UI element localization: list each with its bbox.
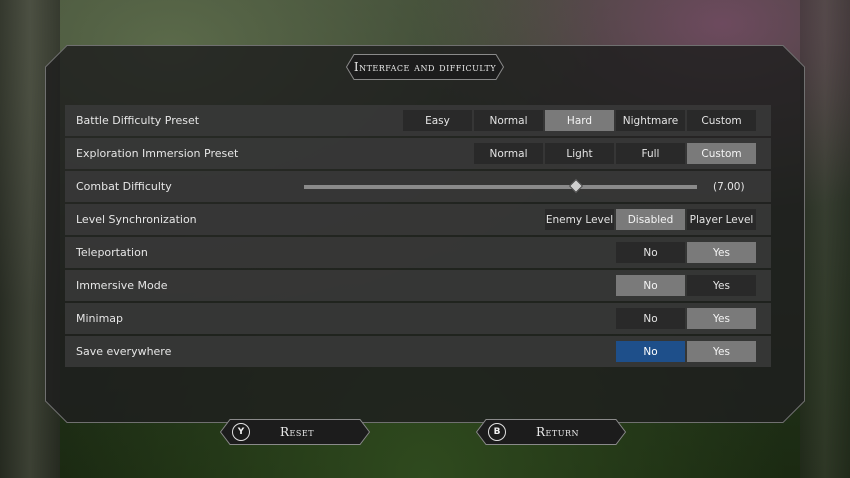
setting-row[interactable]: Level Synchronization Enemy Level Disabled… (65, 204, 771, 235)
option-button[interactable]: Custom (687, 110, 756, 131)
option-button[interactable]: Yes (687, 308, 756, 329)
option-button[interactable]: No (616, 308, 685, 329)
setting-row[interactable]: Minimap No Yes (65, 303, 771, 334)
option-button[interactable]: Player Level (687, 209, 756, 230)
option-button[interactable]: Full (616, 143, 685, 164)
setting-row[interactable]: Teleportation No Yes (65, 237, 771, 268)
slider-value: (7.00) (713, 180, 745, 193)
option-button[interactable]: Nightmare (616, 110, 685, 131)
setting-label: Combat Difficulty (76, 180, 172, 193)
reset-label: Reset (280, 425, 315, 439)
setting-row[interactable]: Immersive Mode No Yes (65, 270, 771, 301)
title-plate-frame (346, 54, 504, 80)
return-button[interactable]: B Return (476, 419, 626, 445)
option-button[interactable]: No (616, 275, 685, 296)
option-group: No Yes (616, 341, 756, 362)
setting-row[interactable]: Combat Difficulty (7.00) (65, 171, 771, 202)
option-button[interactable]: Hard (545, 110, 614, 131)
option-button[interactable]: Custom (687, 143, 756, 164)
slider-thumb[interactable] (569, 178, 584, 194)
option-group: Normal Light Full Custom (474, 143, 756, 164)
setting-label: Teleportation (76, 246, 148, 259)
setting-row[interactable]: Battle Difficulty Preset Easy Normal Hard Ni… (65, 105, 771, 136)
setting-row[interactable]: Save everywhere No Yes (65, 336, 771, 367)
option-button[interactable]: Yes (687, 275, 756, 296)
option-button[interactable]: Yes (687, 341, 756, 362)
option-button[interactable]: Disabled (616, 209, 685, 230)
reset-button[interactable]: Y Reset (220, 419, 370, 445)
option-button[interactable]: Enemy Level (545, 209, 614, 230)
option-button[interactable]: Light (545, 143, 614, 164)
option-group: Easy Normal Hard Nightmare Custom (403, 110, 756, 131)
option-group: No Yes (616, 275, 756, 296)
option-button[interactable]: No (616, 242, 685, 263)
option-group: No Yes (616, 242, 756, 263)
setting-label: Exploration Immersion Preset (76, 147, 239, 160)
setting-label: Immersive Mode (76, 279, 168, 292)
option-button[interactable]: Normal (474, 143, 543, 164)
option-group: Enemy Level Disabled Player Level (545, 209, 756, 230)
y-button-icon: Y (232, 423, 250, 441)
background-tree-right (800, 0, 850, 478)
setting-row[interactable]: Exploration Immersion Preset Normal Light F… (65, 138, 771, 169)
setting-label: Level Synchronization (76, 213, 197, 226)
option-button[interactable]: No (616, 341, 685, 362)
option-group: No Yes (616, 308, 756, 329)
setting-label: Battle Difficulty Preset (76, 114, 200, 127)
option-button[interactable]: Easy (403, 110, 472, 131)
return-label: Return (536, 425, 579, 439)
option-button[interactable]: Normal (474, 110, 543, 131)
option-button[interactable]: Yes (687, 242, 756, 263)
difficulty-slider[interactable] (304, 178, 697, 194)
b-button-icon: B (488, 423, 506, 441)
settings-list: Battle Difficulty Preset Easy Normal Hard Ni… (65, 105, 771, 369)
setting-label: Save everywhere (76, 345, 172, 358)
setting-label: Minimap (76, 312, 124, 325)
